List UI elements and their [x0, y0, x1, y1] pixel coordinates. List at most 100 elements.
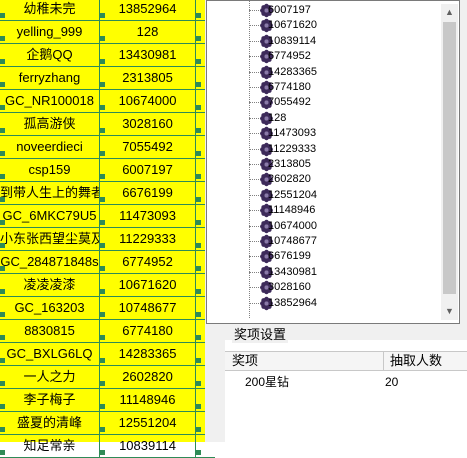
table-row[interactable]: GC_163203 10748677: [0, 297, 215, 320]
cell-corner-marker: [196, 36, 201, 41]
cell-corner-marker: [196, 13, 201, 18]
cell-corner-marker: [196, 59, 201, 64]
user-id-cell[interactable]: 7055492: [100, 136, 196, 158]
list-item[interactable]: 10839114: [215, 34, 435, 49]
user-id-cell[interactable]: 10748677: [100, 297, 196, 319]
scroll-up-arrow-icon[interactable]: ▲: [441, 4, 458, 21]
cell-corner-marker: [0, 312, 5, 317]
list-item[interactable]: 2313805: [215, 157, 435, 172]
username-cell[interactable]: GC_NR100018: [0, 90, 100, 112]
list-item[interactable]: 128: [215, 111, 435, 126]
username-cell[interactable]: 幼稚未完: [0, 0, 100, 20]
table-row[interactable]: ferryzhang 2313805: [0, 67, 215, 90]
cell-corner-marker: [100, 243, 105, 248]
cell-corner-marker: [100, 105, 105, 110]
username-cell[interactable]: yelling_999: [0, 21, 100, 43]
list-item[interactable]: 6774180: [215, 80, 435, 95]
cell-corner-marker: [100, 220, 105, 225]
user-id-cell[interactable]: 11473093: [100, 205, 196, 227]
list-item[interactable]: 11148946: [215, 203, 435, 218]
list-item[interactable]: 7055492: [215, 95, 435, 110]
table-row[interactable]: csp159 6007197: [0, 159, 215, 182]
count-column-header[interactable]: 抽取人数: [383, 352, 442, 370]
user-id-cell[interactable]: 2313805: [100, 67, 196, 89]
user-id-cell[interactable]: 11229333: [100, 228, 196, 250]
list-item[interactable]: 6007197: [215, 3, 435, 18]
table-row[interactable]: 8830815 6774180: [0, 320, 215, 343]
list-item[interactable]: 10671620: [215, 18, 435, 33]
username-cell[interactable]: 小东张西望尘莫及: [0, 228, 100, 250]
user-id-cell[interactable]: 13430981: [100, 44, 196, 66]
user-id-cell[interactable]: 6774952: [100, 251, 196, 273]
cell-corner-marker: [100, 82, 105, 87]
table-row[interactable]: 知足常亲 10839114: [0, 435, 215, 458]
user-id-cell[interactable]: 10674000: [100, 90, 196, 112]
username-cell[interactable]: noveerdieci: [0, 136, 100, 158]
scrollbar-thumb[interactable]: [443, 22, 456, 294]
username-cell[interactable]: 李子梅子: [0, 389, 100, 411]
username-cell[interactable]: GC_6MKC79U5: [0, 205, 100, 227]
user-id-cell[interactable]: 6007197: [100, 159, 196, 181]
cell-corner-marker: [0, 358, 5, 363]
username-cell[interactable]: 企鹅QQ: [0, 44, 100, 66]
list-item[interactable]: 6676199: [215, 249, 435, 264]
scroll-down-arrow-icon[interactable]: ▼: [441, 303, 458, 320]
prize-count-cell: 20: [385, 375, 399, 389]
list-item[interactable]: 6774952: [215, 49, 435, 64]
user-id-cell[interactable]: 11148946: [100, 389, 196, 411]
prize-column-header[interactable]: 奖项: [232, 352, 258, 370]
table-row[interactable]: GC_BXLG6LQ 14283365: [0, 343, 215, 366]
table-row[interactable]: 幼稚未完 13852964: [0, 0, 215, 21]
user-id-cell[interactable]: 6676199: [100, 182, 196, 204]
user-id-cell[interactable]: 3028160: [100, 113, 196, 135]
list-item[interactable]: 12551204: [215, 188, 435, 203]
username-cell[interactable]: 知足常亲: [0, 435, 100, 457]
list-item[interactable]: 14283365: [215, 65, 435, 80]
user-id-cell[interactable]: 10671620: [100, 274, 196, 296]
list-item[interactable]: 11229333: [215, 142, 435, 157]
username-cell[interactable]: 盛夏的清峰: [0, 412, 100, 434]
username-cell[interactable]: GC_163203: [0, 297, 100, 319]
username-cell[interactable]: 凌凌凌漆: [0, 274, 100, 296]
table-row[interactable]: GC_284871848s 6774952: [0, 251, 215, 274]
list-item[interactable]: 13852964: [215, 296, 435, 311]
cell-corner-marker: [100, 404, 105, 409]
table-row[interactable]: 孤高游侠 3028160: [0, 113, 215, 136]
table-row[interactable]: 到带人生上的舞者 6676199: [0, 182, 215, 205]
list-item[interactable]: 2602820: [215, 172, 435, 187]
user-id-cell[interactable]: 13852964: [100, 0, 196, 20]
table-row[interactable]: 小东张西望尘莫及 11229333: [0, 228, 215, 251]
username-cell[interactable]: 到带人生上的舞者: [0, 182, 100, 204]
username-cell[interactable]: csp159: [0, 159, 100, 181]
cell-corner-marker: [0, 220, 5, 225]
username-cell[interactable]: 孤高游侠: [0, 113, 100, 135]
list-item[interactable]: 10674000: [215, 219, 435, 234]
username-cell[interactable]: GC_BXLG6LQ: [0, 343, 100, 365]
username-cell[interactable]: 一人之力: [0, 366, 100, 388]
list-item[interactable]: 11473093: [215, 126, 435, 141]
table-row[interactable]: 企鹅QQ 13430981: [0, 44, 215, 67]
table-row[interactable]: 一人之力 2602820: [0, 366, 215, 389]
table-row[interactable]: 凌凌凌漆 10671620: [0, 274, 215, 297]
prize-row[interactable]: 200星钻 20: [225, 372, 467, 392]
list-item[interactable]: 10748677: [215, 234, 435, 249]
table-row[interactable]: 盛夏的清峰 12551204: [0, 412, 215, 435]
username-cell[interactable]: ferryzhang: [0, 67, 100, 89]
user-id-cell[interactable]: 10839114: [100, 435, 196, 457]
user-id-cell[interactable]: 14283365: [100, 343, 196, 365]
table-row[interactable]: 李子梅子 11148946: [0, 389, 215, 412]
list-item[interactable]: 13430981: [215, 265, 435, 280]
table-row[interactable]: GC_NR100018 10674000: [0, 90, 215, 113]
user-id-cell[interactable]: 6774180: [100, 320, 196, 342]
list-item[interactable]: 3028160: [215, 280, 435, 295]
table-row[interactable]: noveerdieci 7055492: [0, 136, 215, 159]
username-cell[interactable]: 8830815: [0, 320, 100, 342]
user-id-cell[interactable]: 12551204: [100, 412, 196, 434]
table-row[interactable]: GC_6MKC79U5 11473093: [0, 205, 215, 228]
cell-corner-marker: [196, 358, 201, 363]
dropdown-scrollbar[interactable]: ▲ ▼: [441, 4, 458, 320]
table-row[interactable]: yelling_999 128: [0, 21, 215, 44]
user-id-cell[interactable]: 2602820: [100, 366, 196, 388]
username-cell[interactable]: GC_284871848s: [0, 251, 100, 273]
user-id-cell[interactable]: 128: [100, 21, 196, 43]
